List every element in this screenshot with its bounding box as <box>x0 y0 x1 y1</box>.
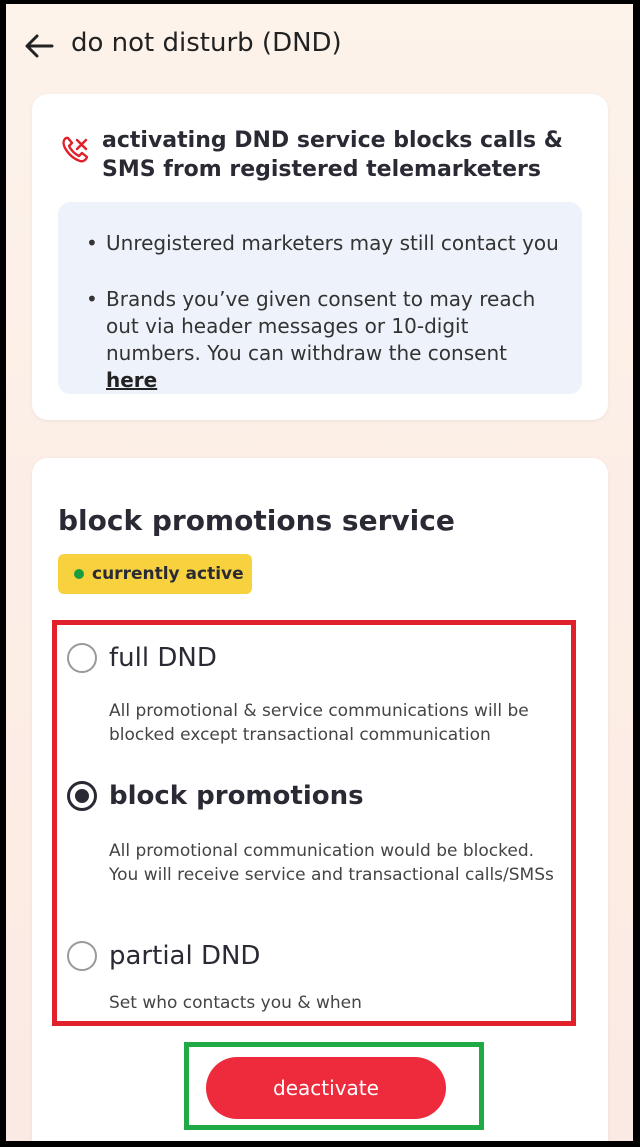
option-label: full DND <box>109 643 217 673</box>
dnd-screen: do not disturb (DND) activating DND serv… <box>6 4 633 1141</box>
deactivate-highlight: deactivate <box>184 1042 484 1130</box>
deactivate-button[interactable]: deactivate <box>206 1057 446 1119</box>
arrow-left-icon[interactable] <box>24 32 54 60</box>
info-note-box: Unregistered marketers may still contact… <box>58 202 582 394</box>
option-description: Set who contacts you & when <box>109 993 362 1013</box>
radio-full-dnd[interactable] <box>67 643 97 673</box>
service-title: block promotions service <box>58 504 455 537</box>
info-title: activating DND service blocks calls & SM… <box>102 128 563 182</box>
withdraw-consent-link[interactable]: here <box>106 368 157 392</box>
page-title: do not disturb (DND) <box>71 28 342 58</box>
radio-partial-dnd[interactable] <box>67 941 97 971</box>
dnd-info-card: activating DND service blocks calls & SM… <box>32 94 608 420</box>
info-bullet-text: Brands you’ve given consent to may reach… <box>106 287 536 365</box>
info-bullet-text: Unregistered marketers may still contact… <box>106 231 559 255</box>
option-description: All promotional communication would be b… <box>109 841 554 885</box>
option-description: All promotional & service communications… <box>109 701 529 745</box>
blocked-call-icon <box>62 136 89 163</box>
info-bullet: Brands you’ve given consent to may reach… <box>86 286 564 394</box>
status-dot-icon <box>74 569 84 579</box>
info-bullet: Unregistered marketers may still contact… <box>86 230 564 257</box>
option-label: partial DND <box>109 941 261 971</box>
option-label: block promotions <box>109 781 364 811</box>
app-header: do not disturb (DND) <box>6 4 633 88</box>
status-text: currently active <box>92 564 244 584</box>
dnd-options-group: full DND All promotional & service commu… <box>52 620 576 1026</box>
status-badge: currently active <box>58 554 252 594</box>
radio-block-promotions[interactable] <box>67 781 97 811</box>
